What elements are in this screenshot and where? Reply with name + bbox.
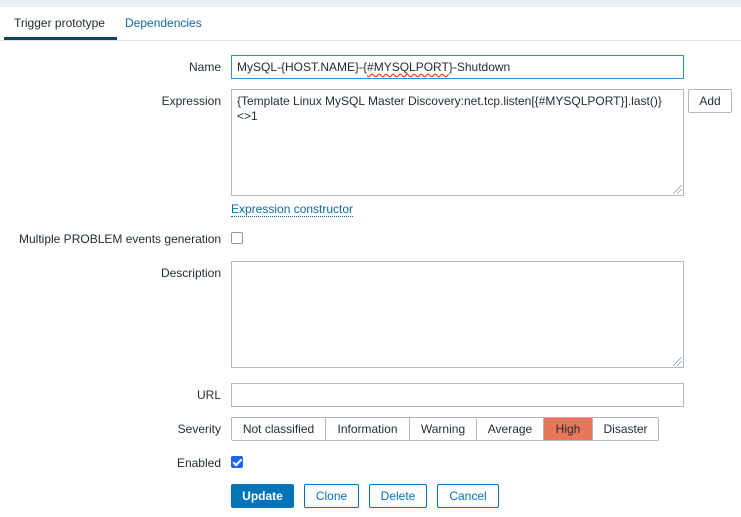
tab-bar: Trigger prototype Dependencies	[0, 7, 741, 41]
expression-value: {Template Linux MySQL Master Discovery:n…	[237, 94, 662, 123]
name-value-prefix: MySQL-{HOST.NAME}-{	[237, 60, 368, 74]
expression-label: Expression	[161, 94, 221, 108]
severity-information[interactable]: Information	[326, 418, 410, 440]
severity-label: Severity	[177, 422, 221, 436]
severity-selector: Not classified Information Warning Avera…	[231, 417, 659, 441]
severity-high[interactable]: High	[544, 418, 593, 440]
enabled-label: Enabled	[176, 456, 221, 470]
tab-trigger-prototype[interactable]: Trigger prototype	[4, 7, 117, 40]
url-label: URL	[196, 388, 221, 402]
name-value-macro: #MYSQLPORT	[367, 60, 449, 74]
description-textarea[interactable]	[231, 261, 684, 368]
severity-disaster[interactable]: Disaster	[593, 418, 658, 440]
description-label: Description	[160, 266, 221, 280]
resize-handle-icon[interactable]	[673, 185, 682, 194]
expression-constructor-link[interactable]: Expression constructor	[231, 202, 354, 217]
expression-textarea[interactable]: {Template Linux MySQL Master Discovery:n…	[231, 89, 684, 196]
name-value-suffix: }-Shutdown	[448, 60, 511, 74]
update-button[interactable]: Update	[231, 484, 294, 508]
top-strip	[0, 0, 741, 7]
severity-not-classified[interactable]: Not classified	[232, 418, 326, 440]
tab-dependencies[interactable]: Dependencies	[125, 7, 202, 40]
clone-button[interactable]: Clone	[304, 484, 359, 508]
severity-average[interactable]: Average	[477, 418, 544, 440]
multiple-problem-checkbox[interactable]	[231, 232, 243, 244]
url-input[interactable]	[231, 383, 684, 407]
multiple-problem-label: Multiple PROBLEM events generation	[19, 232, 222, 246]
delete-button[interactable]: Delete	[369, 484, 427, 508]
name-label: Name	[188, 60, 221, 74]
enabled-checkbox[interactable]	[231, 456, 243, 468]
expression-add-button[interactable]: Add	[688, 89, 732, 113]
name-input[interactable]: MySQL-{HOST.NAME}-{#MYSQLPORT}-Shutdown	[231, 55, 684, 79]
cancel-button[interactable]: Cancel	[437, 484, 499, 508]
resize-handle-icon[interactable]	[673, 357, 682, 366]
severity-warning[interactable]: Warning	[410, 418, 477, 440]
